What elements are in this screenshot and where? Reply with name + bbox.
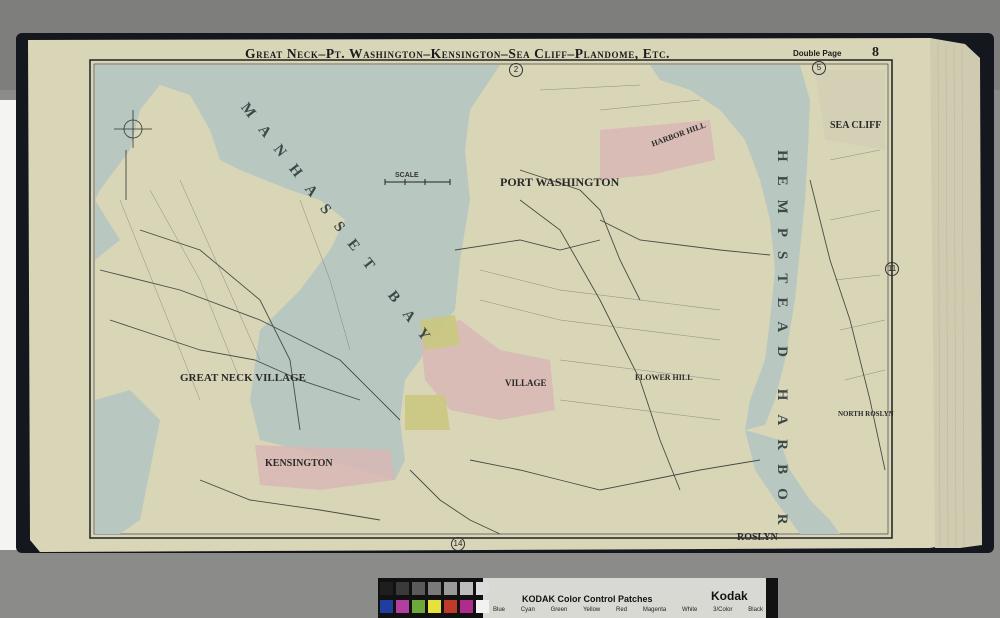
adjacent-plate-11: 11	[885, 262, 899, 276]
hempstead-harbor-label: HEMPSTEAD HARBOR	[774, 150, 790, 539]
gray-patch	[412, 582, 425, 595]
gray-patch	[460, 582, 473, 595]
sea-cliff-label: SEA CLIFF	[830, 120, 882, 131]
patch-label: Black	[748, 607, 763, 613]
color-patch	[428, 600, 441, 613]
gray-patch	[380, 582, 393, 595]
adjacent-plate-14: 14	[451, 537, 465, 551]
kodak-logo: Kodak	[711, 589, 748, 603]
roslyn-label: ROSLYN	[737, 532, 778, 543]
port-washington-label: PORT WASHINGTON	[500, 175, 620, 189]
gray-patch	[476, 582, 489, 595]
color-patch	[476, 600, 489, 613]
scale-label: SCALE	[395, 172, 419, 179]
gray-patch	[444, 582, 457, 595]
patch-label: Blue	[493, 607, 506, 613]
color-patch	[396, 600, 409, 613]
patch-label: Yellow	[583, 607, 601, 613]
patch-label: Green	[550, 607, 568, 613]
flower-hill-label: FLOWER HILL	[635, 373, 693, 382]
page-type-label: Double Page	[793, 49, 842, 58]
patch-label: Red	[616, 607, 628, 613]
map-scan	[0, 0, 1000, 618]
color-patch	[380, 600, 393, 613]
adjacent-plate-2: 2	[509, 63, 523, 77]
north-roslyn-label: NORTH ROSLYN	[838, 410, 894, 418]
kensington-label: KENSINGTON	[265, 458, 333, 469]
gray-patch-row	[380, 582, 489, 595]
gray-patch	[396, 582, 409, 595]
map-title: Great Neck–Pt. Washington–Kensington–Sea…	[245, 46, 671, 61]
page-number: 8	[872, 45, 879, 60]
color-patch	[412, 600, 425, 613]
color-target-title: KODAK Color Control Patches	[522, 594, 653, 604]
patch-label: Cyan	[520, 607, 535, 613]
patch-label: 3/Color	[713, 607, 733, 613]
gray-patch	[428, 582, 441, 595]
patch-label-row: Blue Cyan Green Yellow Red Magenta White 3/Colo…	[493, 607, 763, 613]
color-patch	[460, 600, 473, 613]
great-neck-village-label: GREAT NECK VILLAGE	[180, 372, 306, 384]
plandome-village-label: VILLAGE	[505, 378, 547, 388]
patch-label: White	[682, 607, 698, 613]
color-patch-row	[380, 600, 489, 613]
color-patch	[444, 600, 457, 613]
adjacent-plate-5: 5	[812, 61, 826, 75]
patch-label: Magenta	[642, 607, 667, 613]
